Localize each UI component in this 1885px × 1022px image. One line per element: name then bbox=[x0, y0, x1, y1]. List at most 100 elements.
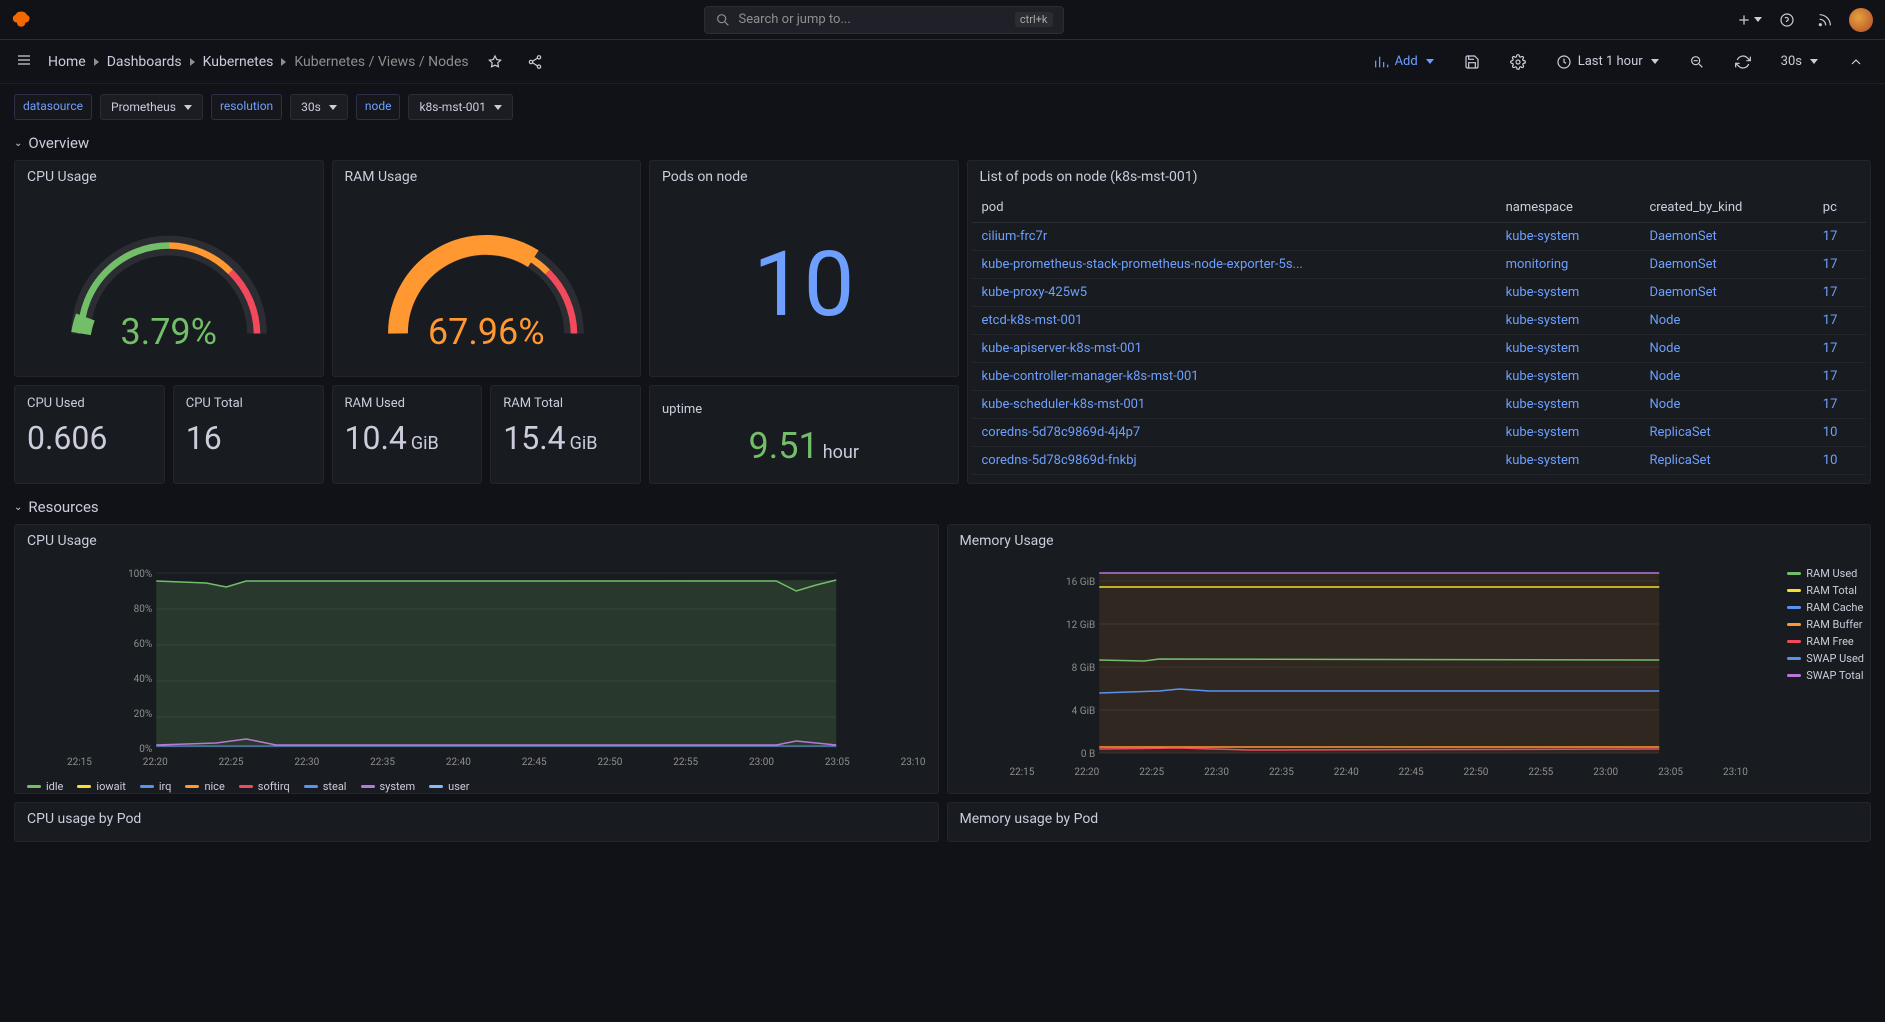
table-cell[interactable]: coredns-5d78c9869d-fnkbj bbox=[972, 447, 1496, 475]
refresh-button[interactable] bbox=[1726, 49, 1760, 75]
panel-mem-by-pod[interactable]: Memory usage by Pod bbox=[947, 802, 1872, 842]
table-cell[interactable]: 17 bbox=[1813, 307, 1866, 335]
save-button[interactable] bbox=[1455, 49, 1489, 75]
table-cell[interactable]: kube-apiserver-k8s-mst-001 bbox=[972, 335, 1496, 363]
table-header[interactable]: pod bbox=[972, 193, 1496, 223]
search-input[interactable]: Search or jump to... ctrl+k bbox=[704, 6, 1064, 34]
table-cell[interactable]: Node bbox=[1639, 307, 1812, 335]
table-row: coredns-5d78c9869d-4j4p7kube-systemRepli… bbox=[972, 419, 1867, 447]
legend-item[interactable]: softirq bbox=[239, 780, 290, 793]
legend-item[interactable]: SWAP Used bbox=[1787, 652, 1864, 665]
panel-uptime[interactable]: uptime 9.51hour bbox=[649, 385, 959, 485]
legend-item[interactable]: system bbox=[361, 780, 416, 793]
crumb-dashboards[interactable]: Dashboards bbox=[107, 54, 182, 70]
table-cell[interactable]: ReplicaSet bbox=[1639, 419, 1812, 447]
panel-cpu-by-pod[interactable]: CPU usage by Pod bbox=[14, 802, 939, 842]
table-cell[interactable]: kube-proxy-425w5 bbox=[972, 279, 1496, 307]
table-cell[interactable]: kube-controller-manager-k8s-mst-001 bbox=[972, 363, 1496, 391]
table-cell[interactable]: kube-system bbox=[1496, 391, 1640, 419]
panel-pods-on-node[interactable]: Pods on node 10 bbox=[649, 160, 959, 377]
table-cell[interactable]: kube-system bbox=[1496, 279, 1640, 307]
row-resources-toggle[interactable]: ⌄Resources bbox=[0, 494, 1885, 524]
settings-button[interactable] bbox=[1501, 49, 1535, 75]
table-cell[interactable]: Node bbox=[1639, 363, 1812, 391]
table-cell[interactable]: 17 bbox=[1813, 391, 1866, 419]
table-cell[interactable]: ReplicaSet bbox=[1639, 447, 1812, 475]
breadcrumb: Home Dashboards Kubernetes Kubernetes / … bbox=[48, 54, 469, 70]
legend-item[interactable]: SWAP Total bbox=[1787, 669, 1864, 682]
time-range-picker[interactable]: Last 1 hour bbox=[1547, 49, 1668, 75]
add-panel-button[interactable]: Add bbox=[1364, 49, 1443, 75]
search-kbd: ctrl+k bbox=[1015, 12, 1053, 27]
table-cell[interactable]: DaemonSet bbox=[1639, 223, 1812, 251]
crumb-folder[interactable]: Kubernetes bbox=[203, 54, 274, 70]
legend-item[interactable]: iowait bbox=[77, 780, 125, 793]
help-button[interactable] bbox=[1773, 6, 1801, 34]
stat-label: RAM Used bbox=[345, 396, 405, 411]
legend-item[interactable]: RAM Cache bbox=[1787, 601, 1864, 614]
grafana-logo[interactable] bbox=[12, 10, 32, 30]
nav-row: Home Dashboards Kubernetes Kubernetes / … bbox=[0, 40, 1885, 84]
var-resolution-select[interactable]: 30s bbox=[290, 94, 348, 120]
legend-item[interactable]: RAM Free bbox=[1787, 635, 1864, 648]
table-cell[interactable]: kube-system bbox=[1496, 363, 1640, 391]
panel-pods-table[interactable]: List of pods on node (k8s-mst-001) podna… bbox=[967, 160, 1872, 484]
legend-item[interactable]: idle bbox=[27, 780, 63, 793]
legend-item[interactable]: RAM Total bbox=[1787, 584, 1864, 597]
legend-item[interactable]: nice bbox=[185, 780, 224, 793]
table-cell[interactable]: 17 bbox=[1813, 251, 1866, 279]
table-cell[interactable]: Node bbox=[1639, 391, 1812, 419]
table-cell[interactable]: 10 bbox=[1813, 419, 1866, 447]
panel-ts-cpu[interactable]: CPU Usage 100%80%60%40%20%0% 22:1522:202… bbox=[14, 524, 939, 794]
row-overview-toggle[interactable]: ⌄Overview bbox=[0, 130, 1885, 160]
table-cell[interactable]: 17 bbox=[1813, 363, 1866, 391]
table-cell[interactable]: 17 bbox=[1813, 335, 1866, 363]
zoom-out-button[interactable] bbox=[1680, 49, 1714, 75]
add-dropdown[interactable] bbox=[1735, 6, 1763, 34]
table-header[interactable]: created_by_kind bbox=[1639, 193, 1812, 223]
share-button[interactable] bbox=[521, 48, 549, 76]
legend-item[interactable]: steal bbox=[304, 780, 347, 793]
table-cell[interactable]: kube-scheduler-k8s-mst-001 bbox=[972, 391, 1496, 419]
table-cell[interactable]: kube-system bbox=[1496, 447, 1640, 475]
panel-cpu-used[interactable]: CPU Used 0.606 bbox=[14, 385, 165, 485]
refresh-interval[interactable]: 30s bbox=[1772, 49, 1827, 74]
star-button[interactable] bbox=[481, 48, 509, 76]
panel-cpu-total[interactable]: CPU Total 16 bbox=[173, 385, 324, 485]
table-header[interactable]: pc bbox=[1813, 193, 1866, 223]
panel-ts-mem[interactable]: Memory Usage 16 GiB12 GiB8 GiB4 GiB0 B 2… bbox=[947, 524, 1872, 794]
table-cell[interactable]: 10 bbox=[1813, 447, 1866, 475]
legend-item[interactable]: RAM Buffer bbox=[1787, 618, 1864, 631]
menu-toggle[interactable] bbox=[12, 48, 36, 76]
table-cell[interactable]: kube-system bbox=[1496, 419, 1640, 447]
panel-ram-used[interactable]: RAM Used 10.4GiB bbox=[332, 385, 483, 485]
user-avatar[interactable] bbox=[1849, 8, 1873, 32]
legend-item[interactable]: irq bbox=[140, 780, 172, 793]
table-header[interactable]: namespace bbox=[1496, 193, 1640, 223]
table-cell[interactable]: 17 bbox=[1813, 223, 1866, 251]
table-cell[interactable]: cilium-frc7r bbox=[972, 223, 1496, 251]
table-cell[interactable]: DaemonSet bbox=[1639, 251, 1812, 279]
table-cell[interactable]: Node bbox=[1639, 335, 1812, 363]
legend-item[interactable]: user bbox=[429, 780, 469, 793]
kiosk-button[interactable] bbox=[1839, 49, 1873, 75]
table-cell[interactable]: etcd-k8s-mst-001 bbox=[972, 307, 1496, 335]
table-cell[interactable]: kube-system bbox=[1496, 335, 1640, 363]
news-button[interactable] bbox=[1811, 6, 1839, 34]
legend-item[interactable]: RAM Used bbox=[1787, 567, 1864, 580]
table-row: kube-apiserver-k8s-mst-001kube-systemNod… bbox=[972, 335, 1867, 363]
panel-cpu-usage-gauge[interactable]: CPU Usage 3.79% bbox=[14, 160, 324, 377]
panel-ram-usage-gauge[interactable]: RAM Usage 67.96% bbox=[332, 160, 642, 377]
table-cell[interactable]: kube-system bbox=[1496, 223, 1640, 251]
table-cell[interactable]: coredns-5d78c9869d-4j4p7 bbox=[972, 419, 1496, 447]
table-cell[interactable]: DaemonSet bbox=[1639, 279, 1812, 307]
table-cell[interactable]: monitoring bbox=[1496, 251, 1640, 279]
table-cell[interactable]: kube-prometheus-stack-prometheus-node-ex… bbox=[972, 251, 1496, 279]
table-cell[interactable]: kube-system bbox=[1496, 307, 1640, 335]
var-node-select[interactable]: k8s-mst-001 bbox=[408, 94, 513, 120]
panel-ram-total[interactable]: RAM Total 15.4GiB bbox=[490, 385, 641, 485]
chart-legend: RAM Used RAM Total RAM Cache RAM Buffer RAM … bbox=[1787, 567, 1864, 682]
var-datasource-select[interactable]: Prometheus bbox=[100, 94, 203, 120]
table-cell[interactable]: 17 bbox=[1813, 279, 1866, 307]
crumb-home[interactable]: Home bbox=[48, 54, 86, 70]
